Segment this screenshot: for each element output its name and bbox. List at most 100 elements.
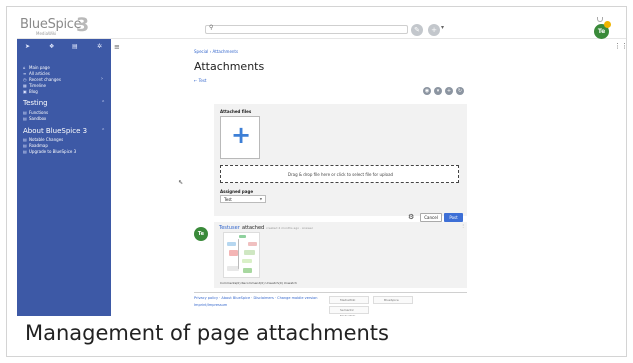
bluespice-logo[interactable]: BlueSpice 3 MediaWiki — [20, 16, 116, 39]
refresh-icon[interactable]: ↻ — [456, 87, 464, 95]
top-bar: BlueSpice 3 MediaWiki ⚲ ✎ + ▾ Te — [17, 16, 626, 39]
navigation-icon[interactable]: ➤ — [25, 43, 30, 50]
attachment-form: Attached files + Drag & drop file here o… — [214, 104, 467, 216]
sidebar-item-roadmap[interactable]: ▤ Roadmap — [23, 143, 48, 148]
assigned-page-select[interactable]: Test ▼ — [220, 195, 266, 203]
add-file-tile[interactable]: + — [220, 116, 260, 159]
chevron-right-icon[interactable]: › — [101, 76, 103, 82]
sidebar-item-label: All articles — [29, 71, 50, 76]
sort-icon[interactable]: ▾ — [434, 87, 442, 95]
page-icon: ▤ — [23, 116, 27, 121]
footer-divider — [194, 292, 467, 293]
sidebar-item-label: Recent changes — [29, 77, 61, 82]
feed-actions[interactable]: Comments(0) Recommend(0) Unwatch(0) Unwa… — [220, 281, 297, 285]
chevron-down-icon[interactable]: ▾ — [441, 24, 463, 36]
sidebar-item-label: Notable Changes — [29, 137, 64, 142]
sidebar-item-label: Functions — [29, 110, 49, 115]
feed-user-link[interactable]: Testuser — [219, 225, 240, 231]
diagram-node — [227, 242, 236, 246]
add-icon[interactable]: + — [428, 24, 440, 36]
footer-imprint-link[interactable]: Imprint/Impressum — [194, 303, 227, 307]
diagram-node — [244, 250, 255, 255]
sidebar-item-notable-changes[interactable]: ▤ Notable Changes — [23, 137, 63, 142]
sidebar-item-functions[interactable]: ▤ Functions — [23, 110, 48, 115]
blog-icon: ▣ — [23, 89, 27, 94]
sidebar: ➤ ❖ ▤ ✲ ⌂ Main page ≡ All articles ◷ Recent… — [17, 39, 111, 316]
figure-caption: Management of page attachments — [25, 321, 389, 345]
sidebar-section-testing[interactable]: Testing — [23, 99, 48, 107]
timeline-icon: ▦ — [23, 83, 27, 88]
avatar[interactable]: Te — [194, 227, 208, 241]
attached-files-label: Attached files — [220, 109, 252, 114]
page-icon: ▤ — [23, 143, 27, 148]
sidebar-item-sandbox[interactable]: ▤ Sandbox — [23, 116, 46, 121]
powered-by-mediawiki-badge[interactable]: MediaWiki — [329, 296, 369, 304]
sidebar-item-recent-changes[interactable]: ◷ Recent changes — [23, 77, 61, 82]
mouse-cursor-icon: ⇖ — [178, 179, 184, 186]
page-icon: ▤ — [23, 149, 27, 154]
add-icon[interactable]: + — [445, 87, 453, 95]
sidebar-item-label: Timeline — [29, 83, 47, 88]
post-button[interactable]: Post — [444, 213, 463, 222]
edit-icon[interactable]: ✎ — [411, 24, 423, 36]
page-title: Attachments — [194, 60, 265, 73]
plus-icon: + — [231, 121, 252, 149]
notification-badge[interactable] — [604, 21, 611, 28]
hamburger-icon[interactable]: ≡ — [114, 43, 120, 51]
app-screenshot: BlueSpice 3 MediaWiki ⚲ ✎ + ▾ Te ➤ ❖ ▤ ✲… — [17, 16, 626, 316]
attachment-preview[interactable] — [223, 232, 260, 278]
powered-by-bluespice-badge[interactable]: BlueSpice — [373, 296, 413, 304]
sidebar-item-label: Sandbox — [29, 116, 47, 121]
chevron-up-icon[interactable]: ⌃ — [101, 100, 105, 106]
chevron-up-icon[interactable]: ⌃ — [101, 128, 105, 134]
sidebar-item-timeline[interactable]: ▦ Timeline — [23, 83, 46, 88]
list-icon: ≡ — [23, 71, 27, 76]
file-drop-zone[interactable]: Drag & drop file here or click to select… — [220, 165, 459, 183]
sidebar-item-label: Upgrade to BlueSpice 3 — [29, 149, 77, 154]
diagram-node — [248, 242, 257, 246]
diagram-node — [229, 250, 238, 256]
feed-action: attached — [242, 225, 265, 231]
sidebar-tools: ➤ ❖ ▤ ✲ — [17, 43, 111, 53]
assigned-page-label: Assigned page — [220, 189, 254, 194]
logo-version: 3 — [76, 16, 90, 36]
feed-meta: created 4 months ago · Answer — [266, 226, 313, 230]
sidebar-section-about[interactable]: About BlueSpice 3 — [23, 127, 87, 135]
more-icon[interactable]: ⋮ — [461, 223, 465, 228]
drop-zone-text: Drag & drop file here or click to select… — [287, 172, 394, 177]
filter-icon[interactable]: ◉ — [423, 87, 431, 95]
home-icon: ⌂ — [23, 65, 26, 70]
sidebar-item-main-page[interactable]: ⌂ Main page — [23, 65, 50, 70]
back-link[interactable]: ← Test — [194, 78, 207, 83]
assigned-page-value: Test — [224, 197, 232, 202]
logo-subtitle: MediaWiki — [36, 31, 57, 36]
bookmark-icon[interactable]: ❖ — [49, 43, 54, 50]
logo-text: BlueSpice — [20, 17, 82, 32]
sidebar-item-label: Blog — [29, 89, 38, 94]
settings-icon[interactable]: ✲ — [97, 43, 102, 50]
clock-icon: ◷ — [23, 77, 27, 82]
diagram-node — [242, 259, 252, 263]
footer-links[interactable]: Privacy policy · About BlueSpice · Discl… — [194, 296, 317, 300]
diagram-connector — [238, 239, 239, 269]
sidebar-item-all-articles[interactable]: ≡ All articles — [23, 71, 50, 76]
cancel-button[interactable]: Cancel — [420, 213, 442, 222]
page-icon: ▤ — [23, 137, 27, 142]
sidebar-item-label: Roadmap — [29, 143, 48, 148]
powered-by-smw-badge[interactable]: Semantic MediaWiki — [329, 306, 369, 316]
document-icon[interactable]: ▤ — [72, 43, 78, 50]
logout-icon[interactable] — [597, 17, 603, 22]
screenshot-frame: BlueSpice 3 MediaWiki ⚲ ✎ + ▾ Te ➤ ❖ ▤ ✲… — [6, 6, 627, 357]
page-icon: ▤ — [23, 110, 27, 115]
chevron-down-icon: ▼ — [259, 197, 262, 201]
diagram-node — [239, 235, 246, 238]
sidebar-item-upgrade[interactable]: ▤ Upgrade to BlueSpice 3 — [23, 149, 76, 154]
app-grid-icon[interactable]: ⋮⋮ — [614, 42, 626, 50]
search-input[interactable]: ⚲ — [205, 24, 408, 34]
feed-card: Testuser attached created 4 months ago ·… — [214, 222, 467, 288]
gear-icon[interactable]: ⚙ — [408, 213, 414, 221]
breadcrumb[interactable]: Special › Attachments — [194, 49, 238, 54]
sidebar-item-blog[interactable]: ▣ Blog — [23, 89, 38, 94]
search-icon: ⚲ — [209, 24, 214, 31]
diagram-node — [243, 268, 252, 273]
